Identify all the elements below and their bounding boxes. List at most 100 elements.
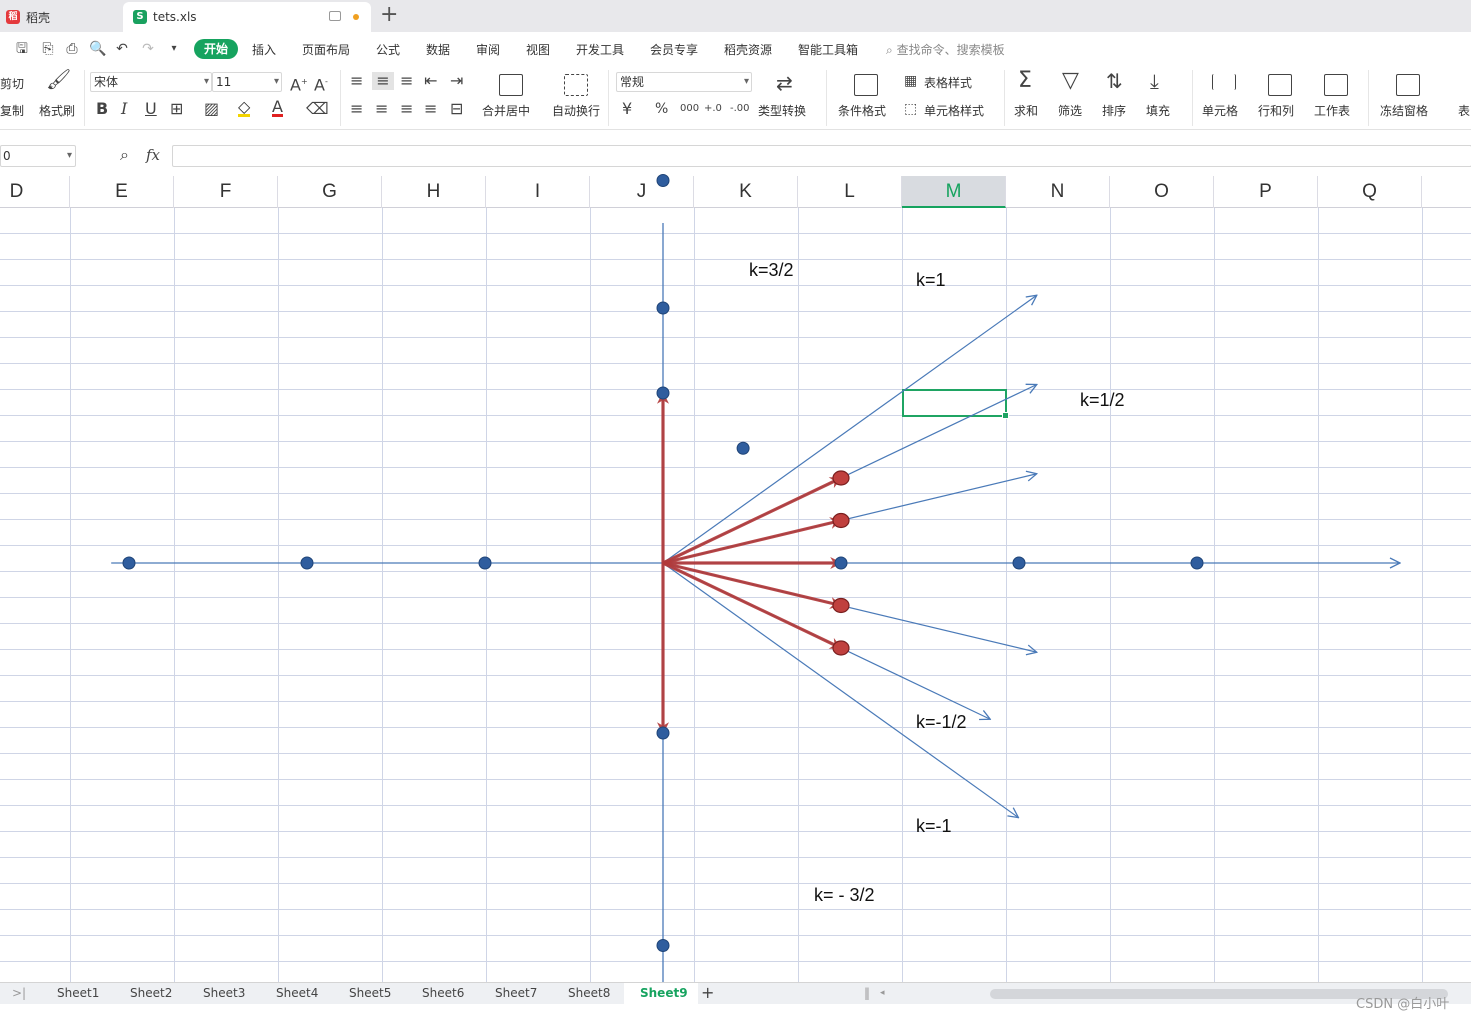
row-col-icon[interactable] [1268, 74, 1292, 96]
sort-icon[interactable]: ⇅ [1106, 71, 1123, 91]
fill-button[interactable]: 填充 [1146, 102, 1170, 119]
align-center-icon[interactable]: ≡ [375, 100, 388, 118]
tab-docer[interactable]: 稻 稻壳 [0, 2, 120, 32]
sum-button[interactable]: 求和 [1014, 102, 1038, 119]
font-size-select[interactable]: 11 [212, 72, 282, 92]
last-sheet-icon[interactable]: >| [12, 986, 26, 1000]
decrease-font-icon[interactable]: A- [314, 73, 328, 94]
sort-button[interactable]: 排序 [1102, 102, 1126, 119]
zoom-formula-icon[interactable]: ⌕ [120, 146, 129, 164]
column-header-l[interactable]: L [798, 176, 902, 208]
column-header-j[interactable]: J [590, 176, 694, 208]
font-color-icon[interactable]: A [272, 99, 283, 117]
cell-grid[interactable] [0, 208, 1471, 982]
menu-home[interactable]: 开始 [194, 39, 238, 59]
scroll-left-icon[interactable]: ◂ [880, 988, 885, 998]
undo-icon[interactable]: ↶ [114, 41, 130, 57]
column-header-g[interactable]: G [278, 176, 382, 208]
underline-button[interactable]: U [145, 100, 157, 118]
column-header-f[interactable]: F [174, 176, 278, 208]
decrease-indent-icon[interactable]: ⇤ [424, 72, 437, 90]
command-search[interactable]: ⌕ 查找命令、搜索模板 [886, 41, 1005, 58]
filter-button[interactable]: 筛选 [1058, 102, 1082, 119]
type-convert-button[interactable]: 类型转换 [758, 102, 806, 119]
copy-button[interactable]: 复制 [0, 102, 24, 119]
cell-icon[interactable] [1212, 74, 1236, 90]
clear-format-icon[interactable]: ⌫ [306, 100, 329, 118]
wrap-text-button[interactable]: 自动换行 [552, 102, 600, 119]
italic-button[interactable]: I [121, 100, 127, 118]
align-left-icon[interactable]: ≡ [350, 100, 363, 118]
export-icon[interactable]: ⎘ [40, 41, 56, 57]
distributed-icon[interactable]: ⊟ [450, 100, 463, 118]
column-header-k[interactable]: K [694, 176, 798, 208]
decrease-decimal-button[interactable]: -.00 [730, 100, 750, 118]
fill-icon[interactable]: ⤓ [1150, 71, 1159, 91]
wrap-text-icon[interactable] [564, 74, 588, 96]
print-icon[interactable]: ⎙ [64, 41, 80, 57]
add-sheet-button[interactable]: + [701, 983, 714, 1002]
menu-developer[interactable]: 开发工具 [576, 41, 624, 58]
scroll-divider-icon[interactable]: ‖ [864, 986, 870, 1000]
menu-view[interactable]: 视图 [526, 41, 550, 58]
align-middle-icon[interactable]: ≡ [372, 72, 394, 90]
column-header-o[interactable]: O [1110, 176, 1214, 208]
column-header-e[interactable]: E [70, 176, 174, 208]
selected-cell-m[interactable] [902, 389, 1009, 419]
font-name-select[interactable]: 宋体 [90, 72, 212, 92]
currency-button[interactable]: ¥ [622, 100, 632, 118]
sheet-tab-4[interactable]: Sheet4 [276, 986, 318, 1000]
worksheet-button[interactable]: 工作表 [1314, 102, 1350, 119]
freeze-panes-icon[interactable] [1396, 74, 1420, 96]
format-painter-button[interactable]: 格式刷 [39, 102, 75, 119]
sheet-tab-9[interactable]: Sheet9 [640, 986, 688, 1000]
increase-decimal-button[interactable]: +.0 [704, 100, 722, 118]
bold-button[interactable]: B [96, 100, 108, 118]
menu-smart-toolbox[interactable]: 智能工具箱 [798, 41, 858, 58]
customize-chevron-icon[interactable]: ▾ [166, 41, 182, 57]
menu-member[interactable]: 会员专享 [650, 41, 698, 58]
column-header-n[interactable]: N [1006, 176, 1110, 208]
sheet-tab-5[interactable]: Sheet5 [349, 986, 391, 1000]
fx-button[interactable]: fx [146, 146, 160, 164]
column-header-i[interactable]: I [486, 176, 590, 208]
column-header-d[interactable]: D [0, 176, 70, 208]
borders-icon[interactable]: ⊞ [170, 100, 183, 118]
row-col-button[interactable]: 行和列 [1258, 102, 1294, 119]
column-header-p[interactable]: P [1214, 176, 1318, 208]
sheet-tab-7[interactable]: Sheet7 [495, 986, 537, 1000]
merge-center-button[interactable]: 合并居中 [482, 102, 530, 119]
menu-formulas[interactable]: 公式 [376, 41, 400, 58]
sheet-tab-2[interactable]: Sheet2 [130, 986, 172, 1000]
thousands-separator-button[interactable]: 000 [680, 100, 699, 118]
menu-insert[interactable]: 插入 [252, 41, 276, 58]
fill-shading-icon[interactable]: ▨ [204, 100, 219, 118]
conditional-format-icon[interactable] [854, 74, 878, 96]
monitor-icon[interactable] [329, 11, 341, 21]
merge-center-icon[interactable] [499, 74, 523, 96]
menu-review[interactable]: 审阅 [476, 41, 500, 58]
align-bottom-icon[interactable]: ≡ [400, 72, 413, 90]
type-convert-icon[interactable]: ⇄ [776, 73, 793, 93]
filter-icon[interactable]: ▽ [1062, 70, 1079, 92]
menu-docer-resources[interactable]: 稻壳资源 [724, 41, 772, 58]
align-right-icon[interactable]: ≡ [400, 100, 413, 118]
column-header-h[interactable]: H [382, 176, 486, 208]
percent-button[interactable]: % [655, 100, 668, 118]
table-style-button[interactable]: 表格样式 [924, 74, 972, 91]
tab-file[interactable]: S tets.xls [123, 2, 371, 32]
sheet-tab-3[interactable]: Sheet3 [203, 986, 245, 1000]
worksheet-icon[interactable] [1324, 74, 1348, 96]
conditional-format-button[interactable]: 条件格式 [838, 102, 886, 119]
new-tab-button[interactable]: + [380, 3, 398, 27]
justify-icon[interactable]: ≡ [424, 100, 437, 118]
format-painter-icon[interactable]: 🖌 [46, 69, 71, 89]
cell-style-button[interactable]: 单元格样式 [924, 102, 984, 119]
menu-data[interactable]: 数据 [426, 41, 450, 58]
name-box[interactable]: 0 [0, 145, 76, 167]
formula-input[interactable] [172, 145, 1471, 167]
align-top-icon[interactable]: ≡ [350, 72, 363, 90]
redo-icon[interactable]: ↷ [140, 41, 156, 57]
save-icon[interactable]: 🖫 [14, 41, 30, 57]
increase-indent-icon[interactable]: ⇥ [450, 72, 463, 90]
